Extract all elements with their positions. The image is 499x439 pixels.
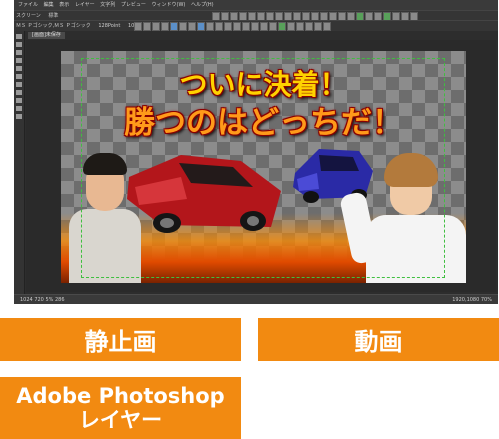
zoom-tool-icon[interactable]: [16, 98, 22, 103]
menu-bar: ファイル 編集 表示 レイヤー 文字列 プレビュー ウィンドウ(W) ヘルプ(H…: [14, 0, 498, 10]
photoshop-layer-label: Adobe Photoshop レイヤー: [0, 377, 241, 439]
photoshop-label-line2: レイヤー: [78, 408, 163, 432]
select-tool-icon[interactable]: [16, 34, 22, 39]
underline-icon[interactable]: [152, 22, 160, 31]
group-icon[interactable]: [269, 22, 277, 31]
menu-help[interactable]: ヘルプ(H): [191, 2, 214, 8]
rotate-icon[interactable]: [242, 22, 250, 31]
doc-mode-select[interactable]: スクリーン: [16, 13, 41, 19]
menu-edit[interactable]: 編集: [44, 2, 54, 8]
layer-tool-icon[interactable]: [16, 114, 22, 119]
visible-icon[interactable]: [296, 22, 304, 31]
status-right: 1920,1080 70%: [452, 297, 492, 303]
outline-icon[interactable]: [206, 22, 214, 31]
video-label: 動画: [258, 318, 499, 361]
template-icon[interactable]: [314, 22, 322, 31]
text-tool-icon[interactable]: [16, 50, 22, 55]
font-size-select[interactable]: 128Point: [98, 23, 120, 29]
status-left: 1024 720 5% 286: [20, 297, 65, 303]
more-icon[interactable]: [323, 22, 331, 31]
color-icon[interactable]: [233, 22, 241, 31]
image-tool-icon[interactable]: [16, 74, 22, 79]
document-tab[interactable]: [画面]未保存: [28, 32, 65, 39]
eyedropper-tool-icon[interactable]: [16, 90, 22, 95]
style-icon[interactable]: [305, 22, 313, 31]
gradient-icon[interactable]: [224, 22, 232, 31]
align-left-icon[interactable]: [170, 22, 178, 31]
editor-window: ファイル 編集 表示 レイヤー 文字列 プレビュー ウィンドウ(W) ヘルプ(H…: [14, 0, 498, 304]
bold-icon[interactable]: [134, 22, 142, 31]
still-image-label: 静止画: [0, 318, 241, 361]
strike-icon[interactable]: [161, 22, 169, 31]
document-canvas[interactable]: ついに決着！ 勝つのはどっちだ！: [61, 51, 466, 283]
doc-mode-standard[interactable]: 標準: [48, 13, 58, 19]
menu-view[interactable]: 表示: [59, 2, 69, 8]
hand-tool-icon[interactable]: [16, 106, 22, 111]
menu-preview[interactable]: プレビュー: [121, 2, 146, 8]
status-bar: 1024 720 5% 286 1920,1080 70%: [14, 294, 498, 304]
order-icon[interactable]: [260, 22, 268, 31]
toolbar-format: ＭＳ Ｐゴシック,ＭＳ Ｐゴシック 128Point 100%: [14, 20, 498, 31]
shape-tool-icon[interactable]: [16, 58, 22, 63]
menu-layer[interactable]: レイヤー: [75, 2, 95, 8]
format-icons: [134, 22, 331, 31]
menu-file[interactable]: ファイル: [18, 2, 38, 8]
crop-tool-icon[interactable]: [16, 82, 22, 87]
shadow-icon[interactable]: [215, 22, 223, 31]
font-name-select[interactable]: ＭＳ Ｐゴシック,ＭＳ Ｐゴシック: [16, 23, 91, 29]
tool-palette: [14, 31, 25, 294]
menu-text[interactable]: 文字列: [100, 2, 115, 8]
italic-icon[interactable]: [143, 22, 151, 31]
photoshop-label-line1: Adobe Photoshop: [16, 384, 225, 408]
lock-icon[interactable]: [287, 22, 295, 31]
line-tool-icon[interactable]: [16, 66, 22, 71]
effect-icon[interactable]: [278, 22, 286, 31]
vertical-text-icon[interactable]: [197, 22, 205, 31]
canvas-area[interactable]: ついに決着！ 勝つのはどっちだ！: [26, 40, 496, 292]
menu-window[interactable]: ウィンドウ(W): [152, 2, 186, 8]
align-right-icon[interactable]: [188, 22, 196, 31]
flip-icon[interactable]: [251, 22, 259, 31]
move-tool-icon[interactable]: [16, 42, 22, 47]
font-group: ＭＳ Ｐゴシック,ＭＳ Ｐゴシック 128Point 100%: [16, 21, 142, 31]
headline-line-2[interactable]: 勝つのはどっちだ！: [61, 97, 466, 142]
align-center-icon[interactable]: [179, 22, 187, 31]
